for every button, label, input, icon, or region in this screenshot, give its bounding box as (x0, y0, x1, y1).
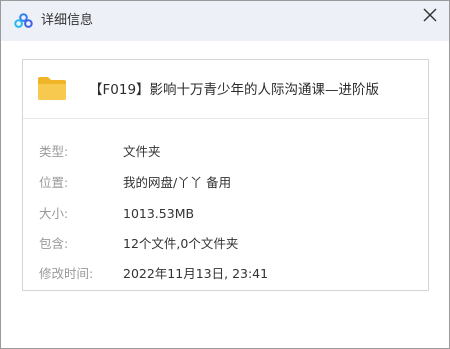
property-label: 修改时间: (39, 266, 94, 281)
file-header: 【F019】影响十万青少年的人际沟通课—进阶版 (23, 60, 428, 118)
divider (23, 118, 428, 119)
close-button[interactable] (417, 3, 443, 27)
property-row-contents: 包含: 12个文件,0个文件夹 (23, 234, 428, 254)
close-x-icon[interactable] (423, 8, 437, 22)
dialog-title: 详细信息 (41, 13, 94, 28)
file-name: 【F019】影响十万青少年的人际沟通课—进阶版 (89, 82, 380, 98)
property-row-type: 类型: 文件夹 (23, 142, 428, 162)
details-panel: 【F019】影响十万青少年的人际沟通课—进阶版 类型: 文件夹 位置: 我的网盘… (22, 59, 429, 291)
property-label: 包含: (39, 236, 69, 251)
property-label: 位置: (39, 175, 69, 190)
baidu-netdisk-cloud-icon (14, 13, 33, 29)
property-value: 1013.53MB (123, 206, 195, 221)
property-label: 大小: (39, 206, 69, 221)
folder-icon (37, 75, 67, 101)
property-value: 我的网盘/丫丫 备用 (123, 175, 232, 190)
file-details-dialog: 详细信息 【F019】影响十万青少年的人际沟通课—进阶版 类型: 文件夹 位置: (0, 0, 450, 349)
property-row-modified: 修改时间: 2022年11月13日, 23:41 (23, 264, 428, 284)
property-label: 类型: (39, 144, 69, 159)
property-value: 文件夹 (123, 144, 161, 159)
property-row-location: 位置: 我的网盘/丫丫 备用 (23, 173, 428, 193)
property-row-size: 大小: 1013.53MB (23, 204, 428, 224)
property-value: 12个文件,0个文件夹 (123, 236, 239, 251)
property-value: 2022年11月13日, 23:41 (123, 266, 269, 281)
title-bar: 详细信息 (1, 1, 449, 41)
